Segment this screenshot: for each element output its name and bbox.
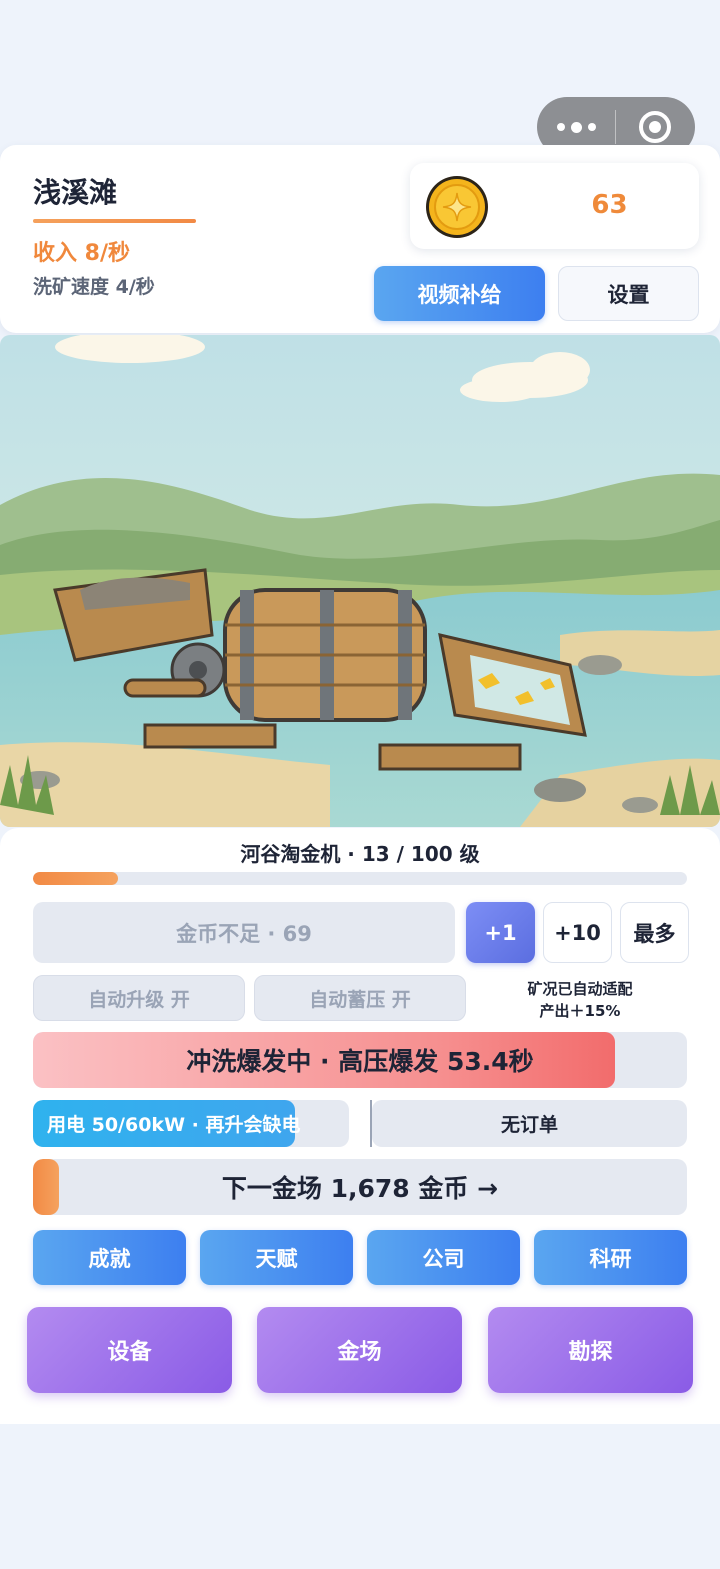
mine-scene-illustration [0, 335, 720, 827]
talents-button[interactable]: 天赋 [200, 1230, 353, 1285]
next-mine-label: 下一金场 1,678 金币 → [221, 1174, 499, 1203]
coin-count: 63 [591, 190, 628, 220]
burst-status-bar: 冲洗爆发中 · 高压爆发 53.4秒 [33, 1032, 687, 1088]
exploration-button[interactable]: 勘探 [488, 1307, 693, 1393]
mine-adapt-note: 矿况已自动适配 产出＋15% [480, 978, 680, 1022]
level-progress-bar [33, 872, 687, 885]
upgrade-amount-10-button[interactable]: +10 [543, 902, 612, 963]
gold-coin-icon [426, 176, 488, 238]
power-usage-bar: 用电 50/60kW · 再升会缺电 [33, 1100, 349, 1147]
research-button[interactable]: 科研 [534, 1230, 687, 1285]
auto-upgrade-toggle[interactable]: 自动升级 开 [33, 975, 245, 1021]
income-rate: 收入 8/秒 [33, 241, 131, 266]
title-underline [33, 219, 196, 223]
upgrade-amount-max-button[interactable]: 最多 [620, 902, 689, 963]
equipment-button[interactable]: 设备 [27, 1307, 232, 1393]
gold-field-button[interactable]: 金场 [257, 1307, 462, 1393]
more-options-icon[interactable] [537, 121, 615, 133]
achievements-button[interactable]: 成就 [33, 1230, 186, 1285]
location-title: 浅溪滩 [33, 176, 118, 209]
video-supply-button[interactable]: 视频补给 [374, 266, 545, 321]
order-status[interactable]: 无订单 [372, 1100, 687, 1147]
settings-button[interactable]: 设置 [558, 266, 699, 321]
adapt-note-line2: 产出＋15% [539, 1002, 621, 1020]
wash-speed: 洗矿速度 4/秒 [33, 276, 155, 298]
level-progress-fill [33, 872, 119, 885]
next-mine-bar[interactable]: 下一金场 1,678 金币 → [33, 1159, 687, 1215]
close-miniprogram-icon[interactable] [616, 111, 694, 143]
machine-title: 河谷淘金机 · 13 / 100 级 [240, 842, 480, 866]
header-card: 浅溪滩 收入 8/秒 洗矿速度 4/秒 63 视频补给 设置 [0, 145, 720, 333]
coin-balance-card: 63 [410, 163, 699, 249]
auto-pressure-toggle[interactable]: 自动蓄压 开 [254, 975, 466, 1021]
power-usage-label: 用电 50/60kW · 再升会缺电 [47, 1114, 301, 1136]
burst-status-label: 冲洗爆发中 · 高压爆发 53.4秒 [186, 1047, 534, 1076]
upgrade-amount-1-button[interactable]: +1 [466, 902, 535, 963]
adapt-note-line1: 矿况已自动适配 [527, 980, 633, 998]
control-panel: 河谷淘金机 · 13 / 100 级 金币不足 · 69 +1 +10 最多 自… [0, 828, 720, 1424]
upgrade-button[interactable]: 金币不足 · 69 [33, 902, 455, 963]
company-button[interactable]: 公司 [367, 1230, 520, 1285]
